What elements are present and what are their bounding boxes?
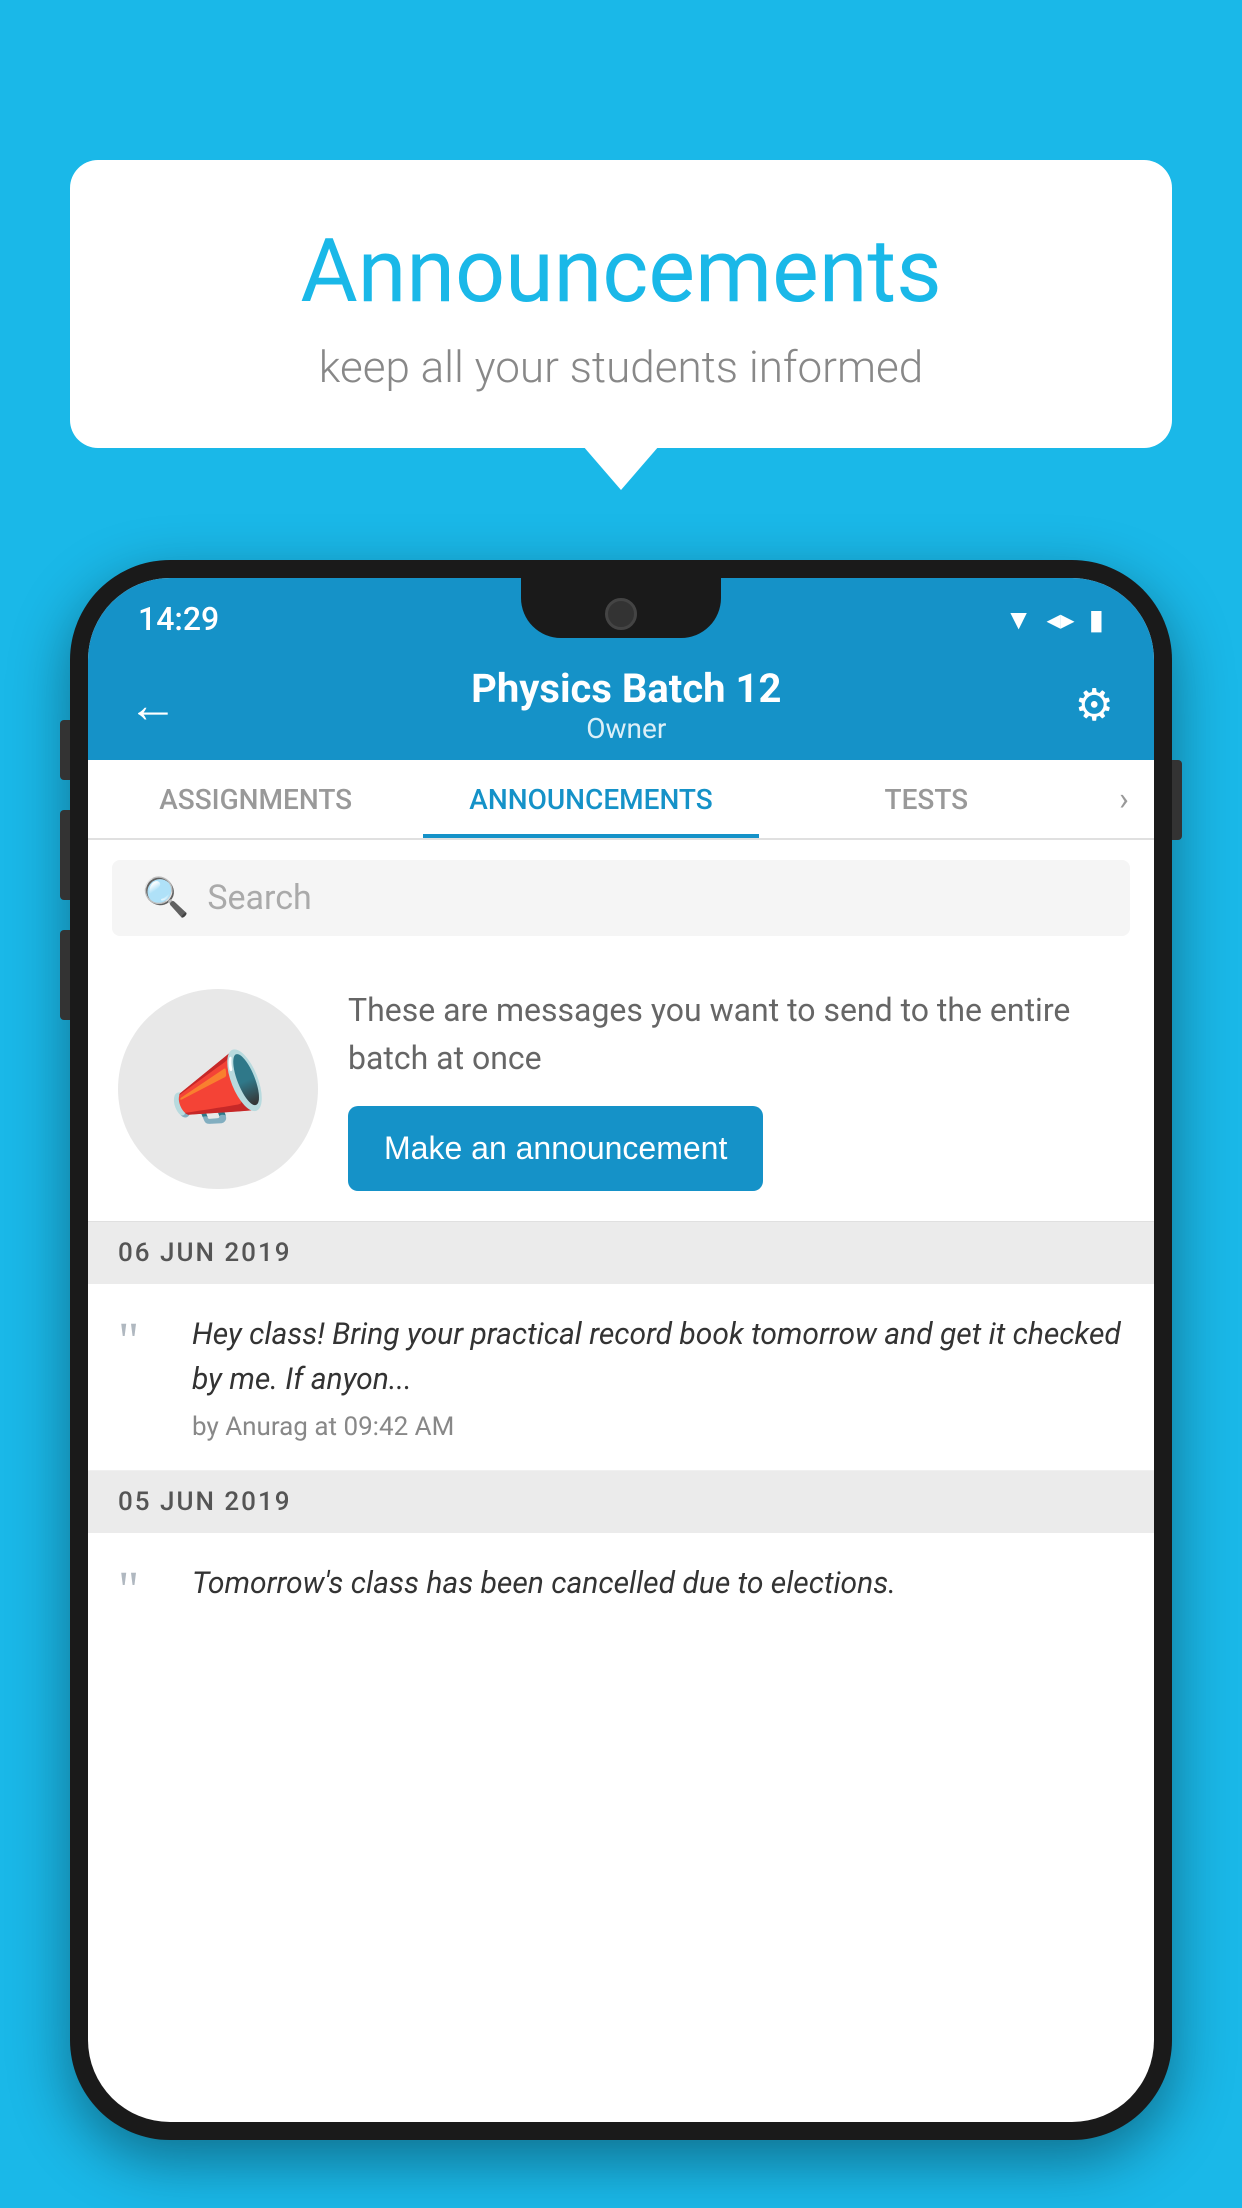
- mute-button: [60, 720, 70, 780]
- announcement-author-1: by Anurag at 09:42 AM: [192, 1412, 1124, 1442]
- promo-description: These are messages you want to send to t…: [348, 986, 1124, 1082]
- promo-right: These are messages you want to send to t…: [348, 986, 1124, 1191]
- header-subtitle: Owner: [178, 712, 1075, 745]
- quote-icon-1: ": [118, 1316, 168, 1368]
- promo-section: 📣 These are messages you want to send to…: [88, 956, 1154, 1222]
- megaphone-icon: 📣: [168, 1042, 268, 1136]
- tab-tests[interactable]: TESTS: [759, 760, 1094, 838]
- settings-icon[interactable]: ⚙: [1075, 679, 1114, 731]
- announcement-text-2: Tomorrow's class has been cancelled due …: [192, 1561, 1124, 1606]
- app-header: ← Physics Batch 12 Owner ⚙: [88, 650, 1154, 760]
- status-icons: ▼ ◂▸ ▮: [1005, 603, 1104, 636]
- phone-camera: [605, 598, 637, 630]
- bubble-title: Announcements: [130, 220, 1112, 323]
- announcement-item-2[interactable]: " Tomorrow's class has been cancelled du…: [88, 1533, 1154, 1645]
- quote-icon-2: ": [118, 1565, 168, 1617]
- date-separator-1: 06 JUN 2019: [88, 1222, 1154, 1284]
- back-button[interactable]: ←: [128, 676, 178, 735]
- promo-icon-circle: 📣: [118, 989, 318, 1189]
- announcement-text-1: Hey class! Bring your practical record b…: [192, 1312, 1124, 1402]
- date-separator-2: 05 JUN 2019: [88, 1471, 1154, 1533]
- phone-outer-frame: 14:29 ▼ ◂▸ ▮ ← Physics Batch 12 Owner ⚙: [70, 560, 1172, 2140]
- status-time: 14:29: [138, 600, 219, 638]
- tabs-bar: ASSIGNMENTS ANNOUNCEMENTS TESTS ›: [88, 760, 1154, 840]
- phone-screen: 14:29 ▼ ◂▸ ▮ ← Physics Batch 12 Owner ⚙: [88, 578, 1154, 2122]
- header-title: Physics Batch 12: [178, 665, 1075, 712]
- signal-icon: ◂▸: [1046, 603, 1074, 636]
- tab-assignments[interactable]: ASSIGNMENTS: [88, 760, 423, 838]
- announcement-content-2: Tomorrow's class has been cancelled due …: [192, 1561, 1124, 1616]
- battery-icon: ▮: [1089, 603, 1104, 636]
- phone-mockup: 14:29 ▼ ◂▸ ▮ ← Physics Batch 12 Owner ⚙: [70, 560, 1172, 2208]
- power-button: [1172, 760, 1182, 840]
- search-icon: 🔍: [142, 876, 189, 920]
- search-bar[interactable]: 🔍 Search: [112, 860, 1130, 936]
- speech-bubble-card: Announcements keep all your students inf…: [70, 160, 1172, 448]
- tab-announcements[interactable]: ANNOUNCEMENTS: [423, 760, 758, 838]
- speech-bubble-section: Announcements keep all your students inf…: [70, 160, 1172, 448]
- header-center: Physics Batch 12 Owner: [178, 665, 1075, 745]
- phone-notch: [521, 578, 721, 638]
- volume-down-button: [60, 930, 70, 1020]
- wifi-icon: ▼: [1005, 603, 1033, 636]
- bubble-subtitle: keep all your students informed: [130, 341, 1112, 393]
- tabs-more[interactable]: ›: [1094, 760, 1154, 838]
- search-input[interactable]: Search: [207, 878, 311, 918]
- make-announcement-button[interactable]: Make an announcement: [348, 1106, 763, 1191]
- search-container: 🔍 Search: [88, 840, 1154, 956]
- volume-up-button: [60, 810, 70, 900]
- announcement-item-1[interactable]: " Hey class! Bring your practical record…: [88, 1284, 1154, 1471]
- announcement-content-1: Hey class! Bring your practical record b…: [192, 1312, 1124, 1442]
